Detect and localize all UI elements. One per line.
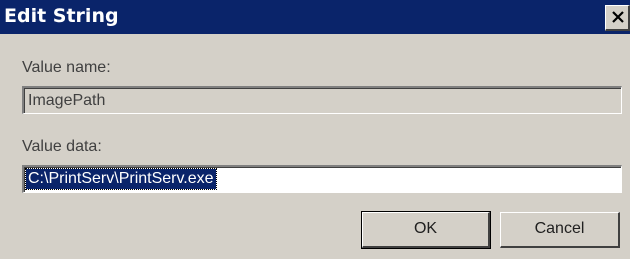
value-data-input[interactable]: C:\PrintServ\PrintServ.exe — [22, 165, 622, 193]
close-button[interactable] — [605, 5, 630, 31]
ok-button[interactable]: OK — [361, 211, 491, 249]
close-icon — [612, 11, 624, 23]
value-name-label: Value name: — [22, 59, 111, 76]
value-name-field: ImagePath — [22, 86, 622, 114]
value-name-text: ImagePath — [28, 92, 106, 109]
dialog-title: Edit String — [4, 5, 119, 27]
title-bar[interactable]: Edit String — [0, 0, 630, 34]
value-data-text[interactable]: C:\PrintServ\PrintServ.exe — [25, 168, 217, 190]
edit-string-dialog: Edit String Value name: ImagePath Value … — [0, 0, 630, 259]
cancel-button[interactable]: Cancel — [500, 212, 620, 248]
value-data-label: Value data: — [22, 138, 102, 155]
